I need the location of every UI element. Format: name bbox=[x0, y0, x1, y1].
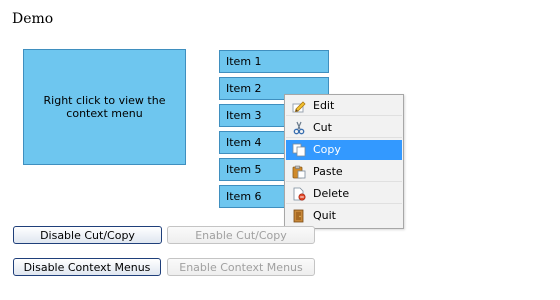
list-item-1[interactable]: Item 1 bbox=[219, 50, 329, 73]
disable-context-menus-button[interactable]: Disable Context Menus bbox=[13, 258, 161, 276]
enable-context-menus-button: Enable Context Menus bbox=[167, 258, 315, 276]
disable-cut-copy-button[interactable]: Disable Cut/Copy bbox=[13, 226, 162, 244]
quit-icon bbox=[293, 209, 304, 223]
menu-item-delete[interactable]: Delete bbox=[286, 184, 402, 204]
scissors-icon bbox=[293, 121, 305, 135]
menu-item-label: Paste bbox=[313, 165, 343, 178]
menu-item-cut[interactable]: Cut bbox=[286, 118, 402, 138]
menu-item-copy[interactable]: Copy bbox=[286, 140, 402, 160]
paste-icon bbox=[292, 165, 306, 179]
menu-item-label: Cut bbox=[313, 121, 332, 134]
menu-item-label: Copy bbox=[313, 143, 341, 156]
copy-icon bbox=[292, 143, 306, 157]
menu-item-quit[interactable]: Quit bbox=[286, 206, 402, 226]
menu-item-edit[interactable]: Edit bbox=[286, 96, 402, 116]
context-menu: Edit Cut Copy Paste Delete Quit bbox=[284, 94, 404, 229]
delete-icon bbox=[293, 187, 306, 201]
enable-cut-copy-button: Enable Cut/Copy bbox=[167, 226, 315, 244]
menu-item-label: Quit bbox=[313, 209, 336, 222]
context-area-hint: Right click to view the context menu bbox=[43, 94, 166, 120]
page-title: Demo bbox=[12, 11, 54, 27]
pencil-icon bbox=[292, 101, 306, 113]
menu-item-paste[interactable]: Paste bbox=[286, 162, 402, 182]
context-menu-target-area[interactable]: Right click to view the context menu bbox=[23, 49, 186, 165]
menu-item-label: Delete bbox=[313, 187, 350, 200]
menu-item-label: Edit bbox=[313, 99, 335, 112]
